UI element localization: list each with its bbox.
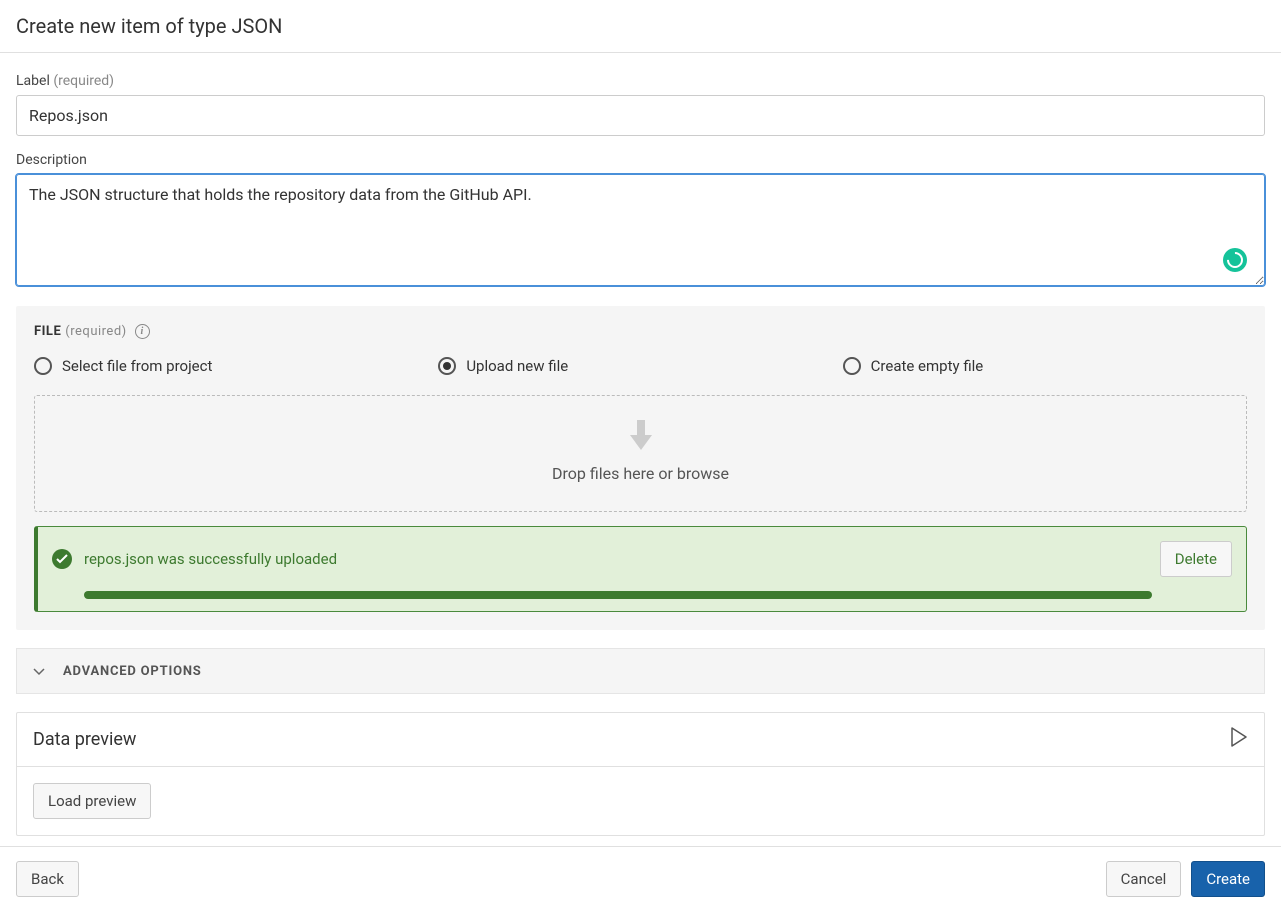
description-input[interactable]: The JSON structure that holds the reposi… (16, 174, 1265, 286)
file-source-radios: Select file from project Upload new file… (34, 357, 1247, 375)
chevron-down-icon (33, 662, 45, 680)
advanced-options-toggle[interactable]: ADVANCED OPTIONS (16, 648, 1265, 694)
description-label: Description (16, 152, 1265, 168)
download-arrow-icon (630, 420, 652, 450)
upload-success-banner: repos.json was successfully uploaded Del… (34, 526, 1247, 612)
file-heading-text: FILE (34, 324, 61, 339)
grammarly-icon (1223, 248, 1247, 272)
dropzone-text: Drop files here or browse (45, 464, 1236, 483)
description-field-group: Description The JSON structure that hold… (16, 152, 1265, 290)
radio-label: Create empty file (871, 357, 984, 375)
radio-label: Upload new file (466, 357, 568, 375)
radio-icon (34, 357, 52, 375)
radio-label: Select file from project (62, 357, 212, 375)
create-button[interactable]: Create (1191, 861, 1265, 897)
data-preview-header: Data preview (17, 713, 1264, 767)
radio-select-from-project[interactable]: Select file from project (34, 357, 438, 375)
file-heading: FILE (required) i (34, 324, 1247, 339)
back-button[interactable]: Back (16, 861, 79, 897)
dialog-title: Create new item of type JSON (0, 0, 1281, 53)
radio-upload-new[interactable]: Upload new file (438, 357, 842, 375)
label-input[interactable] (16, 95, 1265, 136)
label-required: (required) (53, 73, 114, 89)
label-text: Label (16, 73, 50, 89)
upload-success-message: repos.json was successfully uploaded (84, 550, 337, 568)
delete-button[interactable]: Delete (1160, 541, 1232, 577)
file-dropzone[interactable]: Drop files here or browse (34, 395, 1247, 512)
file-required: (required) (65, 324, 126, 339)
dialog-footer: Back Cancel Create (0, 846, 1281, 911)
play-icon[interactable] (1230, 727, 1248, 752)
data-preview-panel: Data preview Load preview (16, 712, 1265, 836)
cancel-button[interactable]: Cancel (1106, 861, 1182, 897)
label-field-label: Label (required) (16, 73, 1265, 89)
data-preview-title: Data preview (33, 729, 136, 750)
radio-icon (843, 357, 861, 375)
advanced-options-label: ADVANCED OPTIONS (63, 664, 202, 679)
info-icon[interactable]: i (135, 324, 150, 339)
radio-icon (438, 357, 456, 375)
radio-create-empty[interactable]: Create empty file (843, 357, 1247, 375)
load-preview-button[interactable]: Load preview (33, 783, 151, 819)
file-section: FILE (required) i Select file from proje… (16, 306, 1265, 630)
upload-progress-bar (84, 591, 1152, 599)
check-circle-icon (52, 549, 72, 569)
label-field-group: Label (required) (16, 73, 1265, 136)
